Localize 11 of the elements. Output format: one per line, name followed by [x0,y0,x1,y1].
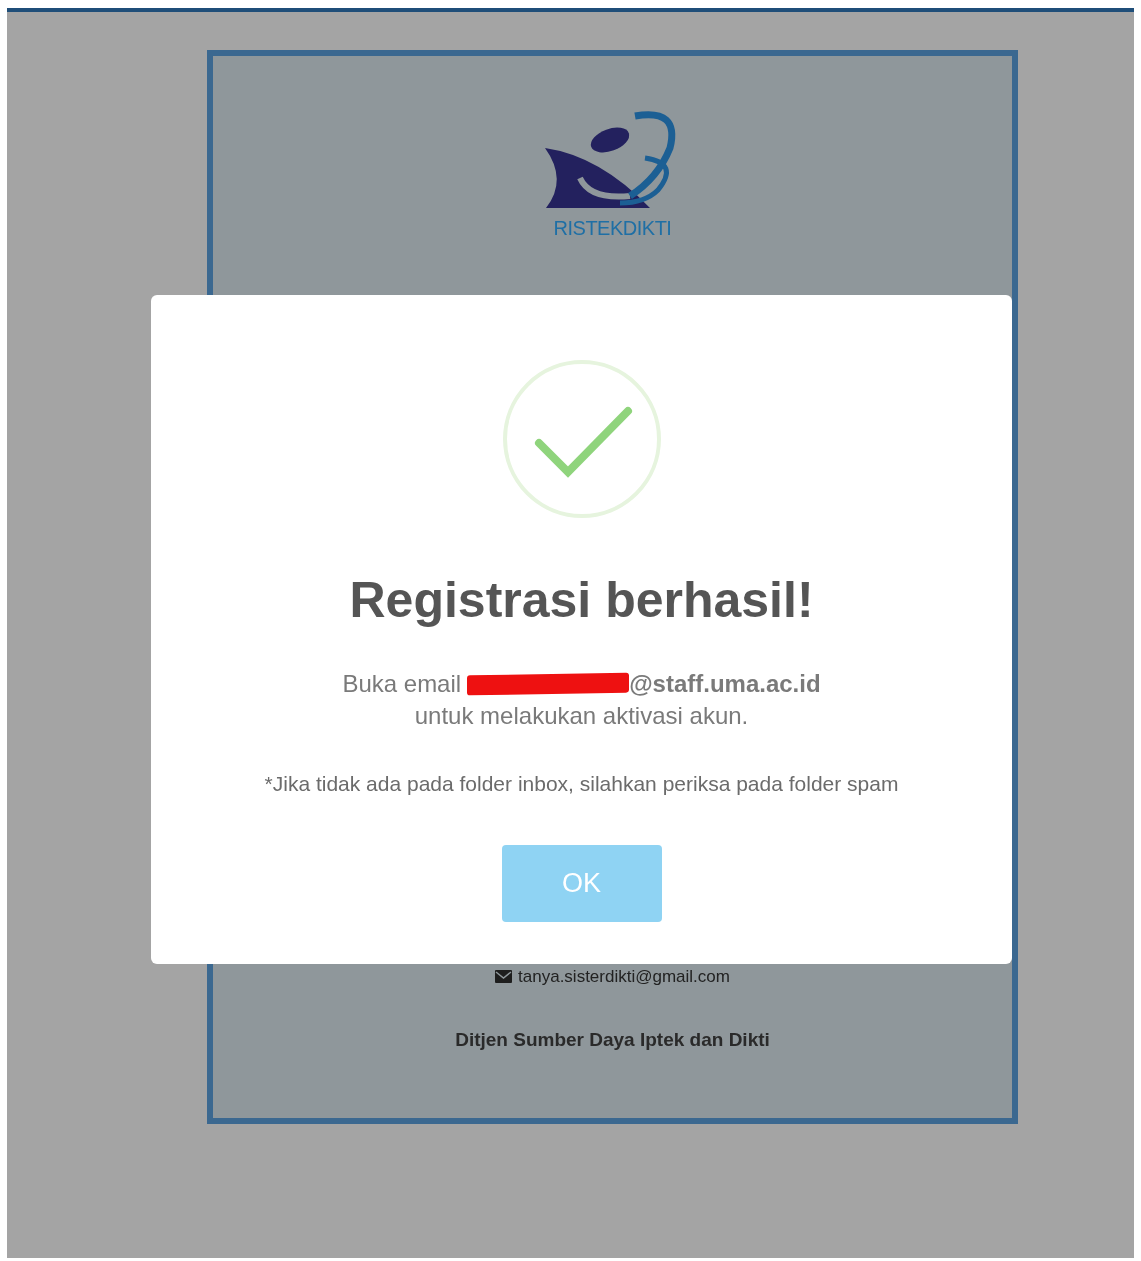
logo-text: RISTEKDIKTI [553,218,672,238]
message-text: untuk melakukan aktivasi akun. [414,703,749,728]
message-text: Buka email [342,671,462,696]
email-address: @staff.uma.ac.id [629,671,821,696]
organization-name: Ditjen Sumber Daya Iptek dan Dikti [455,1027,770,1052]
dialog-title: Registrasi berhasil! [349,571,814,630]
mail-icon [495,970,513,984]
contact-email: tanya.sisterdikti@gmail.com [518,966,730,988]
success-check-icon [501,359,662,519]
note-text: *Jika tidak ada pada folder inbox, silahkan periksa pada folder spam [264,770,899,797]
ok-button[interactable]: OK [501,845,662,922]
